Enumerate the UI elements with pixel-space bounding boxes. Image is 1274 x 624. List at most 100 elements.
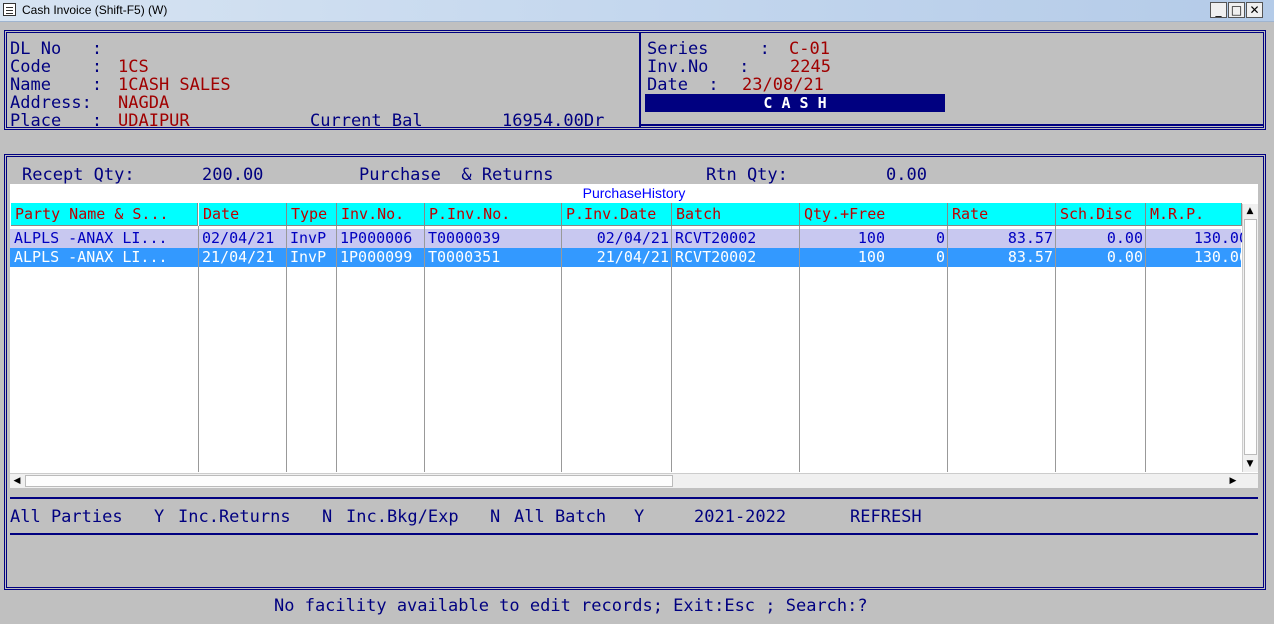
cell-rate: 83.57 (1007, 229, 1053, 247)
column-divider (1055, 226, 1056, 472)
inc-returns-label: Inc.Returns (178, 507, 291, 527)
horizontal-scroll-thumb[interactable] (25, 475, 673, 487)
cell-type: InvP (290, 229, 327, 247)
place-value: UDAIPUR (118, 111, 190, 131)
maximize-button[interactable]: □ (1228, 2, 1245, 18)
col-header-qty-free[interactable]: Qty.+Free (800, 203, 948, 226)
column-divider (286, 226, 287, 472)
vertical-scroll-thumb[interactable] (1244, 219, 1257, 455)
column-divider (799, 226, 800, 472)
scroll-right-icon[interactable]: ▶ (1226, 474, 1240, 488)
grid-caption: PurchaseHistory (582, 185, 686, 201)
cell-mrp: 130.00 (1193, 248, 1248, 266)
status-bar: No facility available to edit records; E… (274, 596, 868, 616)
title-bar: Cash Invoice (Shift-F5) (W) _ □ ✕ (0, 0, 1274, 22)
code-label: Code : (10, 57, 103, 77)
current-bal-label: Current Bal (310, 111, 423, 131)
col-header-rate[interactable]: Rate (948, 203, 1056, 226)
address-value: NAGDA (118, 93, 170, 113)
col-header-party[interactable]: Party Name & S... (11, 203, 198, 226)
cell-pinvdate: 21/04/21 (596, 248, 669, 266)
cell-batch: RCVT20002 (675, 229, 757, 247)
table-row[interactable]: ALPLS -ANAX LI... 02/04/21 InvP 1P000006… (10, 229, 1248, 248)
cell-qty: 100 (857, 248, 885, 266)
name-label: Name : (10, 75, 103, 95)
scroll-left-icon[interactable]: ◀ (10, 474, 24, 488)
column-divider (336, 226, 337, 472)
inc-returns-toggle[interactable]: N (322, 507, 332, 527)
rtn-qty-label: Rtn Qty: (706, 165, 788, 185)
cell-party: ALPLS -ANAX LI... (14, 229, 168, 247)
payment-mode-badge: C A S H (645, 94, 945, 112)
col-header-pinvdate[interactable]: P.Inv.Date (562, 203, 672, 226)
col-header-pinvno[interactable]: P.Inv.No. (425, 203, 562, 226)
filters-top-divider (10, 497, 1258, 499)
cell-qty: 100 (857, 229, 885, 247)
column-divider (198, 226, 199, 472)
section-title: Purchase & Returns (359, 165, 554, 185)
col-header-invno[interactable]: Inv.No. (337, 203, 425, 226)
column-divider (424, 226, 425, 472)
header-divider (639, 33, 641, 127)
header-right-underline (641, 124, 1263, 126)
purchase-history-grid[interactable]: PurchaseHistory Party Name & S... Date T… (10, 184, 1258, 488)
app-icon[interactable] (3, 3, 16, 16)
vertical-scrollbar[interactable]: ▲ ▼ (1242, 204, 1258, 472)
all-parties-label: All Parties (10, 507, 123, 527)
name-value[interactable]: 1CASH SALES (118, 75, 231, 95)
column-divider (1145, 226, 1146, 472)
cell-free: 0 (935, 229, 945, 247)
column-divider (671, 226, 672, 472)
col-header-type[interactable]: Type (287, 203, 337, 226)
current-bal-value: 16954.00Dr (502, 111, 605, 131)
scroll-up-icon[interactable]: ▲ (1243, 204, 1257, 218)
address-label: Address: (10, 93, 92, 113)
col-header-batch[interactable]: Batch (672, 203, 800, 226)
col-header-date[interactable]: Date (199, 203, 287, 226)
inc-bkg-exp-label: Inc.Bkg/Exp (346, 507, 459, 527)
date-value[interactable]: 23/08/21 (742, 75, 824, 95)
cell-sch-disc: 0.00 (1106, 248, 1143, 266)
cell-date: 21/04/21 (202, 248, 275, 266)
refresh-button[interactable]: REFRESH (850, 507, 922, 527)
scroll-down-icon[interactable]: ▼ (1243, 457, 1257, 471)
cell-sch-disc: 0.00 (1106, 229, 1143, 247)
cell-date: 02/04/21 (202, 229, 275, 247)
inc-bkg-exp-toggle[interactable]: N (490, 507, 500, 527)
cell-mrp: 130.00 (1193, 229, 1248, 247)
place-label: Place : (10, 111, 103, 131)
cell-pinvno: T0000351 (428, 248, 501, 266)
horizontal-scrollbar[interactable]: ◀ ▶ (10, 473, 1258, 488)
all-batch-label: All Batch (514, 507, 607, 527)
column-divider (947, 226, 948, 472)
cell-type: InvP (290, 248, 327, 266)
col-header-mrp[interactable]: M.R.P. (1146, 203, 1242, 226)
invno-value[interactable]: 2245 (790, 57, 831, 77)
close-button[interactable]: ✕ (1246, 2, 1263, 18)
filters-bottom-divider (10, 533, 1258, 535)
cell-pinvdate: 02/04/21 (596, 229, 669, 247)
cell-pinvno: T0000039 (428, 229, 501, 247)
minimize-button[interactable]: _ (1210, 2, 1227, 18)
invno-label: Inv.No : (647, 57, 750, 77)
cell-invno: 1P000006 (340, 229, 413, 247)
code-value[interactable]: 1CS (118, 57, 149, 77)
cell-rate: 83.57 (1007, 248, 1053, 266)
financial-year[interactable]: 2021-2022 (694, 507, 786, 527)
dl-label: DL No : (10, 39, 103, 59)
cell-party: ALPLS -ANAX LI... (14, 248, 168, 266)
series-label: Series : (647, 39, 770, 59)
cell-invno: 1P000099 (340, 248, 413, 266)
all-parties-toggle[interactable]: Y (154, 507, 164, 527)
date-label: Date : (647, 75, 719, 95)
cell-batch: RCVT20002 (675, 248, 757, 266)
cell-free: 0 (935, 248, 945, 266)
table-row-selected[interactable]: ALPLS -ANAX LI... 21/04/21 InvP 1P000099… (10, 248, 1248, 267)
window-title: Cash Invoice (Shift-F5) (W) (22, 3, 168, 17)
col-header-sch-disc[interactable]: Sch.Disc (1056, 203, 1146, 226)
recpt-qty-label: Recept Qty: (22, 165, 135, 185)
recpt-qty-value: 200.00 (202, 165, 264, 185)
series-value[interactable]: C-01 (789, 39, 830, 59)
rtn-qty-value: 0.00 (886, 165, 927, 185)
all-batch-toggle[interactable]: Y (634, 507, 644, 527)
